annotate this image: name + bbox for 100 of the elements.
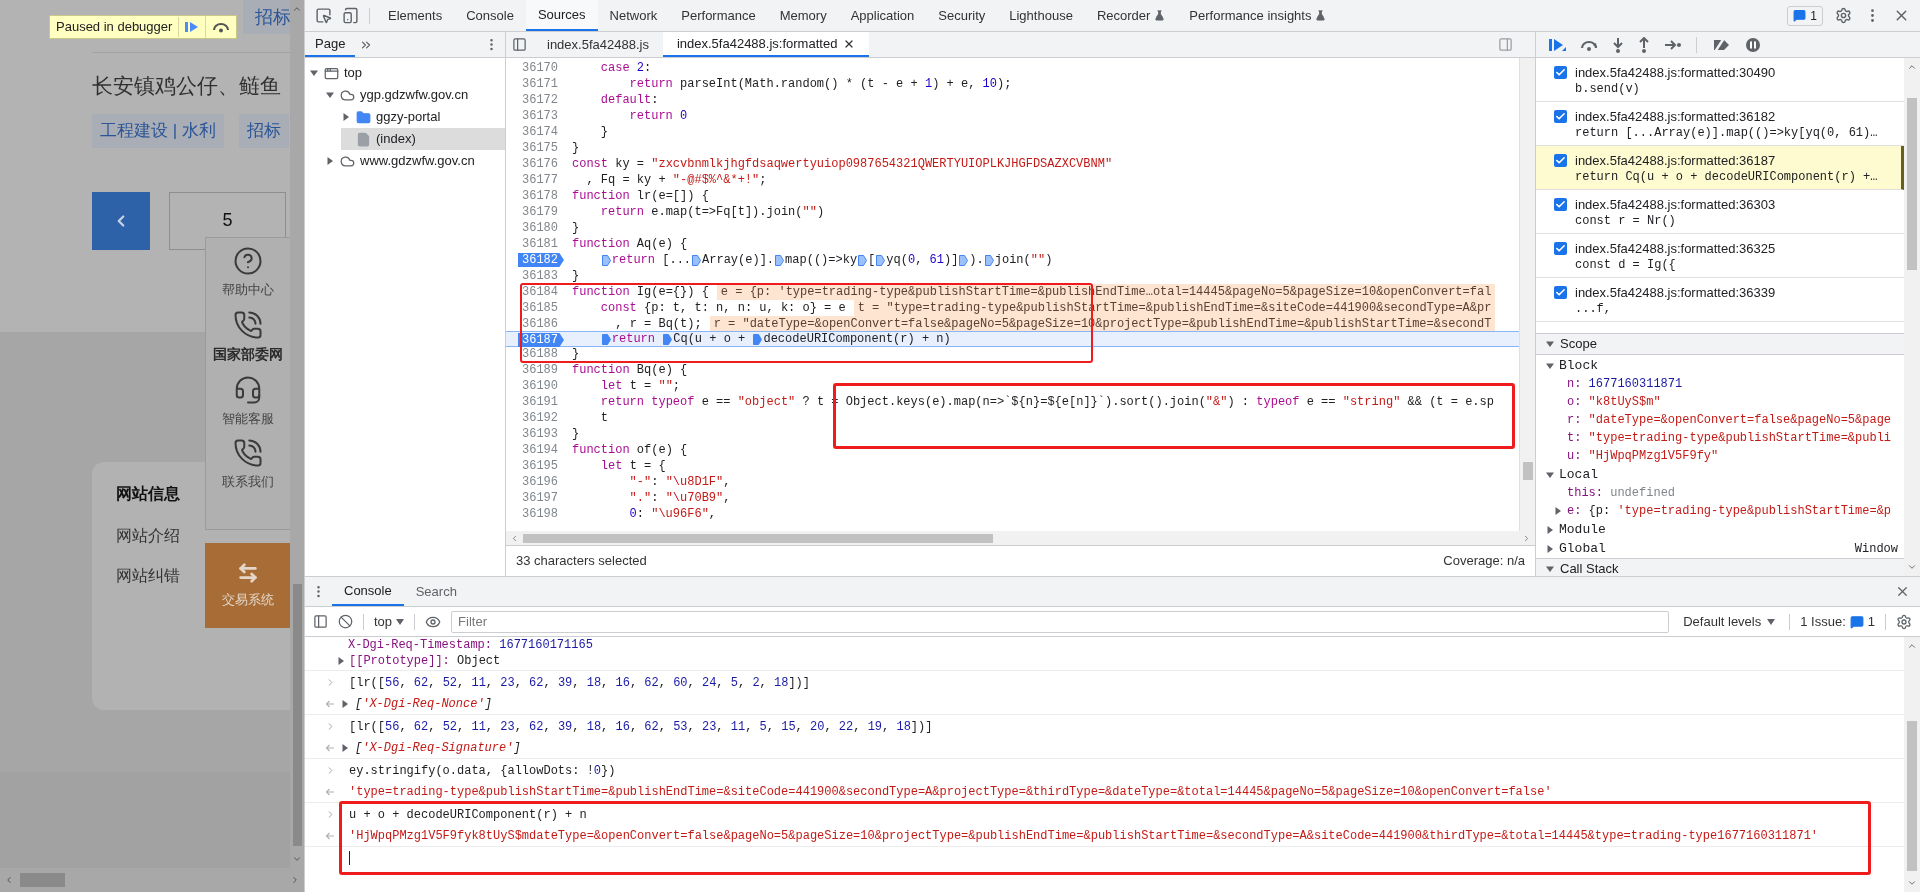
context-selector[interactable]: top [374, 611, 405, 632]
panel-tab[interactable]: Sources [525, 0, 598, 31]
line-number[interactable]: 36183 [518, 269, 564, 283]
console-result[interactable]: ['X-Dgi-Req-Signature'] [355, 739, 521, 757]
scrollbar-thumb[interactable] [1522, 462, 1533, 480]
breakpoint-item[interactable]: index.5fa42488.js:formatted:36325 const d = Ig({ [1536, 234, 1904, 278]
category-tag[interactable]: 工程建设 | 水利 [92, 113, 224, 148]
line-number[interactable]: 36179 [518, 205, 564, 219]
panel-tab[interactable]: Console [454, 0, 526, 31]
breakpoint-checkbox[interactable] [1554, 286, 1567, 299]
tree-item[interactable]: top [309, 62, 505, 84]
breakpoint-item[interactable]: index.5fa42488.js:formatted:36187 return Cq(u + o + decodeURIComponent(r) +… [1536, 146, 1904, 190]
scope-group-label[interactable]: Global [1559, 538, 1606, 559]
previous-page-button[interactable] [92, 191, 150, 250]
expand-arrow-icon[interactable] [1546, 340, 1554, 348]
step-icon[interactable] [1664, 38, 1682, 51]
expand-arrow-icon[interactable] [1546, 564, 1554, 573]
inline-breakpoint-icon[interactable] [663, 333, 673, 345]
panel-tab[interactable]: Security [926, 0, 998, 31]
file-tab[interactable]: index.5fa42488.js:formatted [662, 32, 870, 57]
step-over-icon[interactable] [211, 21, 232, 33]
line-number[interactable]: 36180 [518, 221, 564, 235]
sidebar-toggle-icon[interactable] [313, 614, 328, 629]
clear-console-icon[interactable] [338, 614, 353, 629]
menu-item-label[interactable]: 国家部委网 [213, 343, 283, 365]
inline-breakpoint-icon[interactable] [959, 254, 969, 266]
scroll-left-icon[interactable] [4, 875, 14, 885]
panel-tab[interactable]: Network [597, 0, 670, 31]
category-tag[interactable]: 招标 [243, 0, 290, 34]
scope-group-label[interactable]: Block [1559, 355, 1598, 376]
line-number[interactable]: 36185 [518, 301, 564, 315]
category-tag[interactable]: 招标 [238, 113, 289, 148]
toggle-debugger-icon[interactable] [1498, 37, 1513, 52]
expand-arrow-icon[interactable] [1546, 470, 1554, 479]
scroll-up-icon[interactable] [1907, 62, 1917, 72]
expand-arrow-icon[interactable] [326, 91, 334, 99]
line-number[interactable]: 36193 [518, 427, 564, 441]
horizontal-scrollbar[interactable] [506, 531, 1535, 545]
menu-item-label[interactable]: 联系我们 [222, 472, 274, 492]
line-number[interactable]: 36173 [518, 109, 564, 123]
deactivate-breakpoints-icon[interactable] [1711, 37, 1731, 52]
step-into-icon[interactable] [1612, 36, 1624, 53]
drawer-tab[interactable]: Search [403, 577, 469, 606]
expand-arrow-icon[interactable] [310, 69, 318, 77]
breakpoint-item[interactable]: index.5fa42488.js:formatted:36339 ...f, [1536, 278, 1904, 322]
line-number[interactable]: 36182 [518, 253, 564, 267]
project-title[interactable]: 长安镇鸡公仔、鲢鱼 [92, 70, 290, 102]
file-tab[interactable]: index.5fa42488.js [533, 32, 663, 57]
inline-breakpoint-icon[interactable] [858, 254, 868, 266]
expand-arrow-icon[interactable] [342, 113, 350, 121]
inline-breakpoint-icon[interactable] [692, 254, 702, 266]
line-number[interactable]: 36174 [518, 125, 564, 139]
breakpoint-checkbox[interactable] [1554, 154, 1567, 167]
console-result[interactable]: ['X-Dgi-Req-Nonce'] [355, 695, 492, 713]
line-number[interactable]: 36184 [518, 285, 564, 299]
filter-field[interactable]: Filter [451, 610, 1670, 633]
line-number[interactable]: 36178 [518, 189, 564, 203]
issues-button[interactable]: 1 Issue: 1 [1800, 611, 1875, 632]
line-number[interactable]: 36187 [518, 333, 564, 347]
line-number[interactable]: 36197 [518, 491, 564, 505]
scroll-down-icon[interactable] [1907, 878, 1917, 888]
inline-breakpoint-icon[interactable] [601, 254, 611, 266]
line-number[interactable]: 36177 [518, 173, 564, 187]
line-number[interactable]: 36190 [518, 379, 564, 393]
inline-breakpoint-icon[interactable] [601, 333, 611, 345]
scrollbar-thumb[interactable] [1907, 98, 1917, 270]
expand-arrow-icon[interactable] [1546, 544, 1554, 553]
settings-icon[interactable] [1835, 7, 1852, 24]
inline-breakpoint-icon[interactable] [753, 333, 763, 345]
pause-exceptions-icon[interactable] [1745, 36, 1761, 53]
panel-tab[interactable]: Application [838, 0, 927, 31]
expand-arrow-icon[interactable] [1546, 361, 1554, 370]
device-toolbar-icon[interactable] [342, 7, 359, 24]
line-number[interactable]: 36188 [518, 347, 564, 361]
log-levels-dropdown[interactable]: Default levels [1679, 611, 1780, 632]
line-number[interactable]: 36194 [518, 443, 564, 457]
panel-scrollbar[interactable] [1904, 58, 1920, 576]
scrollbar-thumb[interactable] [523, 533, 993, 543]
settings-icon[interactable] [1896, 613, 1912, 630]
breakpoint-checkbox[interactable] [1554, 66, 1567, 79]
inline-breakpoint-icon[interactable] [775, 254, 785, 266]
scroll-right-icon[interactable] [290, 875, 300, 885]
panel-tab[interactable]: Lighthouse [997, 0, 1085, 31]
expand-arrow-icon[interactable] [341, 744, 349, 752]
menu-item-label[interactable]: 帮助中心 [222, 280, 274, 300]
breakpoint-item[interactable]: index.5fa42488.js:formatted:30490 b.send(v) [1536, 58, 1904, 102]
section-header[interactable]: Scope [1536, 333, 1904, 355]
expand-arrow-icon[interactable] [341, 700, 349, 708]
drawer-tab[interactable]: Console [332, 577, 404, 606]
tree-item[interactable]: www.gdzwfw.gov.cn [325, 150, 505, 172]
scroll-right-icon[interactable] [1522, 533, 1531, 543]
inline-breakpoint-icon[interactable] [984, 254, 994, 266]
expand-arrow-icon[interactable] [1554, 507, 1562, 515]
line-number[interactable]: 36191 [518, 395, 564, 409]
console-scrollbar[interactable] [1904, 637, 1920, 892]
tree-item[interactable]: ggzy-portal [341, 106, 505, 128]
line-number[interactable]: 36195 [518, 459, 564, 473]
scrollbar-thumb[interactable] [20, 873, 65, 887]
scroll-up-icon[interactable] [1907, 641, 1917, 651]
tree-item[interactable]: (index) [341, 128, 505, 150]
